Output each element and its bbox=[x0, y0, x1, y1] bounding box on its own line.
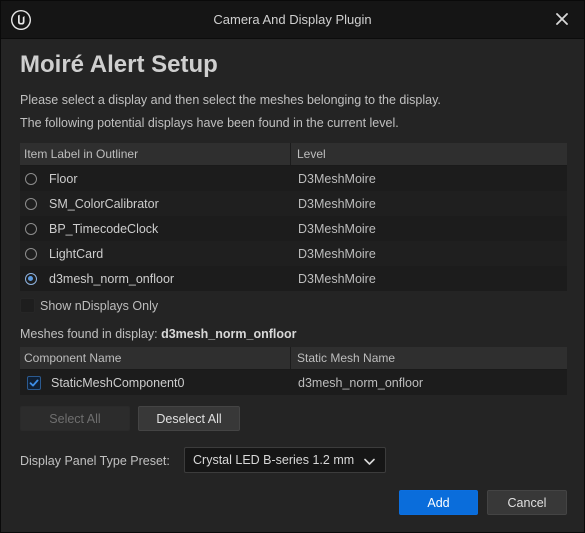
display-level: D3MeshMoire bbox=[298, 221, 376, 236]
preset-label: Display Panel Type Preset: bbox=[20, 454, 170, 468]
window-title: Camera And Display Plugin bbox=[213, 12, 372, 27]
meshes-found-display-name: d3mesh_norm_onfloor bbox=[161, 327, 297, 341]
column-header-level[interactable]: Level bbox=[291, 147, 326, 161]
column-header-static-mesh-name[interactable]: Static Mesh Name bbox=[291, 351, 395, 365]
display-panel-preset-dropdown[interactable]: Crystal LED B-series 1.2 mm bbox=[184, 447, 386, 473]
show-ndisplays-only-toggle[interactable]: Show nDisplays Only bbox=[20, 298, 158, 313]
display-row-lightcard[interactable]: LightCard D3MeshMoire bbox=[20, 241, 567, 266]
radio-button[interactable] bbox=[25, 197, 37, 210]
mesh-checkbox[interactable] bbox=[27, 375, 41, 390]
instruction-text: Please select a display and then select … bbox=[20, 93, 441, 107]
display-row-d3mesh-norm-onfloor[interactable]: d3mesh_norm_onfloor D3MeshMoire bbox=[20, 266, 567, 291]
chevron-down-icon bbox=[364, 455, 375, 469]
deselect-all-button[interactable]: Deselect All bbox=[138, 406, 240, 431]
displays-table: Item Label in Outliner Level Floor D3Mes… bbox=[20, 143, 567, 291]
display-label: Floor bbox=[49, 171, 78, 186]
displays-table-header: Item Label in Outliner Level bbox=[20, 143, 567, 166]
meshes-found-prefix: Meshes found in display: bbox=[20, 327, 162, 341]
display-row-bp-timecodeclock[interactable]: BP_TimecodeClock D3MeshMoire bbox=[20, 216, 567, 241]
display-row-sm-colorcalibrator[interactable]: SM_ColorCalibrator D3MeshMoire bbox=[20, 191, 567, 216]
show-ndisplays-only-checkbox[interactable] bbox=[20, 298, 35, 313]
display-level: D3MeshMoire bbox=[298, 271, 376, 286]
found-displays-text: The following potential displays have be… bbox=[20, 116, 399, 130]
display-level: D3MeshMoire bbox=[298, 196, 376, 211]
show-ndisplays-only-label: Show nDisplays Only bbox=[40, 298, 159, 313]
meshes-found-label: Meshes found in display: d3mesh_norm_onf… bbox=[20, 327, 297, 341]
radio-button[interactable] bbox=[25, 222, 37, 235]
display-label: SM_ColorCalibrator bbox=[49, 196, 159, 211]
radio-button[interactable] bbox=[25, 247, 37, 260]
checkmark-icon bbox=[29, 379, 39, 386]
meshes-table-header: Component Name Static Mesh Name bbox=[20, 347, 567, 370]
close-icon[interactable] bbox=[550, 7, 574, 31]
component-name: StaticMeshComponent0 bbox=[51, 375, 185, 390]
column-header-item-label[interactable]: Item Label in Outliner bbox=[20, 143, 291, 165]
plugin-dialog: Camera And Display Plugin Moiré Alert Se… bbox=[0, 0, 585, 533]
static-mesh-name: d3mesh_norm_onfloor bbox=[298, 375, 424, 390]
meshes-table: Component Name Static Mesh Name StaticMe… bbox=[20, 347, 567, 395]
column-header-component-name[interactable]: Component Name bbox=[20, 347, 291, 369]
display-label: LightCard bbox=[49, 246, 104, 261]
title-bar[interactable]: Camera And Display Plugin bbox=[1, 1, 584, 39]
display-row-floor[interactable]: Floor D3MeshMoire bbox=[20, 166, 567, 191]
select-all-button[interactable]: Select All bbox=[20, 406, 130, 431]
display-level: D3MeshMoire bbox=[298, 171, 376, 186]
add-button[interactable]: Add bbox=[399, 490, 478, 515]
cancel-button[interactable]: Cancel bbox=[487, 490, 567, 515]
display-label: d3mesh_norm_onfloor bbox=[49, 271, 175, 286]
radio-button-selected[interactable] bbox=[25, 272, 37, 285]
page-title: Moiré Alert Setup bbox=[20, 51, 218, 78]
mesh-row[interactable]: StaticMeshComponent0 d3mesh_norm_onfloor bbox=[20, 370, 567, 395]
preset-selected-value: Crystal LED B-series 1.2 mm bbox=[193, 453, 355, 467]
display-label: BP_TimecodeClock bbox=[49, 221, 159, 236]
radio-button[interactable] bbox=[25, 172, 37, 185]
display-level: D3MeshMoire bbox=[298, 246, 376, 261]
